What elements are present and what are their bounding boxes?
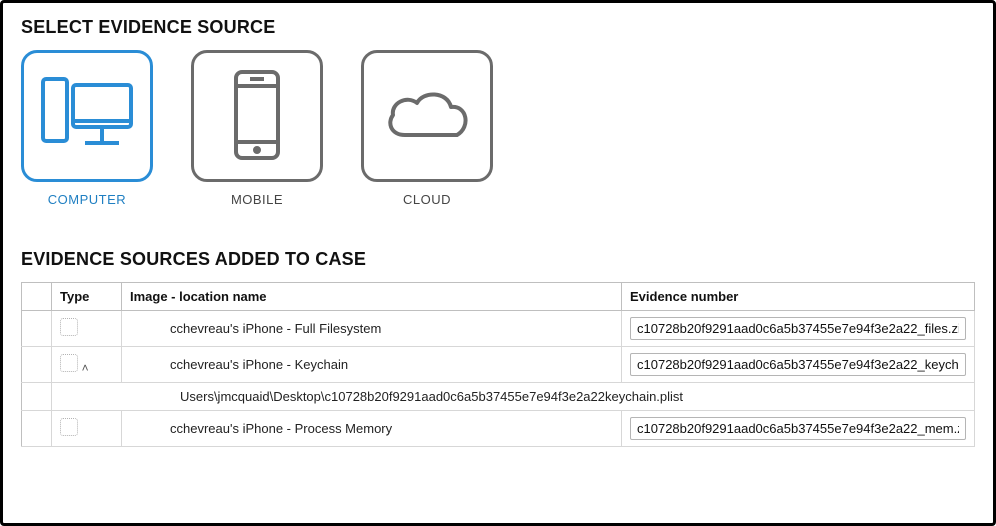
file-type-icon: [60, 318, 78, 336]
row-name: cchevreau's iPhone - Full Filesystem: [130, 321, 381, 336]
name-cell: cchevreau's iPhone - Keychain: [122, 347, 622, 383]
row-name: cchevreau's iPhone - Process Memory: [130, 421, 392, 436]
header-expand: [22, 283, 52, 311]
source-cloud-label: CLOUD: [403, 192, 451, 207]
file-type-icon: [60, 418, 78, 436]
type-cell: [52, 411, 122, 447]
child-path-cell: Users\jmcquaid\Desktop\c10728b20f9291aad…: [52, 383, 975, 411]
evidence-number-input[interactable]: [630, 353, 966, 376]
type-cell: ˄: [52, 347, 122, 383]
name-cell: cchevreau's iPhone - Process Memory: [122, 411, 622, 447]
evidence-table: Type Image - location name Evidence numb…: [21, 282, 975, 447]
source-mobile-label: MOBILE: [231, 192, 283, 207]
evnum-cell: [622, 411, 975, 447]
child-path-text: Users\jmcquaid\Desktop\c10728b20f9291aad…: [60, 389, 683, 404]
select-source-heading: SELECT EVIDENCE SOURCE: [21, 17, 975, 38]
header-evnum: Evidence number: [622, 283, 975, 311]
source-cloud-tile[interactable]: CLOUD: [361, 50, 493, 207]
evnum-cell: [622, 311, 975, 347]
source-type-row: COMPUTER MOBILE: [21, 50, 975, 207]
table-row-child: Users\jmcquaid\Desktop\c10728b20f9291aad…: [22, 383, 975, 411]
expand-spacer: [22, 383, 52, 411]
source-computer-label: COMPUTER: [48, 192, 126, 207]
evidence-number-input[interactable]: [630, 417, 966, 440]
cloud-icon: [361, 50, 493, 182]
name-cell: cchevreau's iPhone - Full Filesystem: [122, 311, 622, 347]
header-type: Type: [52, 283, 122, 311]
file-type-icon: [60, 354, 78, 372]
expand-toggle[interactable]: [22, 411, 52, 447]
table-row[interactable]: cchevreau's iPhone - Full Filesystem: [22, 311, 975, 347]
table-row[interactable]: cchevreau's iPhone - Process Memory: [22, 411, 975, 447]
evnum-cell: [622, 347, 975, 383]
table-header-row: Type Image - location name Evidence numb…: [22, 283, 975, 311]
added-to-case-heading: EVIDENCE SOURCES ADDED TO CASE: [21, 249, 975, 270]
chevron-up-icon[interactable]: ˄: [82, 361, 89, 375]
evidence-table-section: EVIDENCE SOURCES ADDED TO CASE Type Imag…: [21, 249, 975, 447]
type-cell: [52, 311, 122, 347]
computer-icon: [21, 50, 153, 182]
source-computer-tile[interactable]: COMPUTER: [21, 50, 153, 207]
mobile-icon: [191, 50, 323, 182]
source-mobile-tile[interactable]: MOBILE: [191, 50, 323, 207]
expand-toggle[interactable]: [22, 347, 52, 383]
row-name: cchevreau's iPhone - Keychain: [130, 357, 348, 372]
table-row[interactable]: ˄ cchevreau's iPhone - Keychain: [22, 347, 975, 383]
evidence-number-input[interactable]: [630, 317, 966, 340]
app-panel: SELECT EVIDENCE SOURCE COMPUTER: [0, 0, 996, 526]
expand-toggle[interactable]: [22, 311, 52, 347]
header-name: Image - location name: [122, 283, 622, 311]
